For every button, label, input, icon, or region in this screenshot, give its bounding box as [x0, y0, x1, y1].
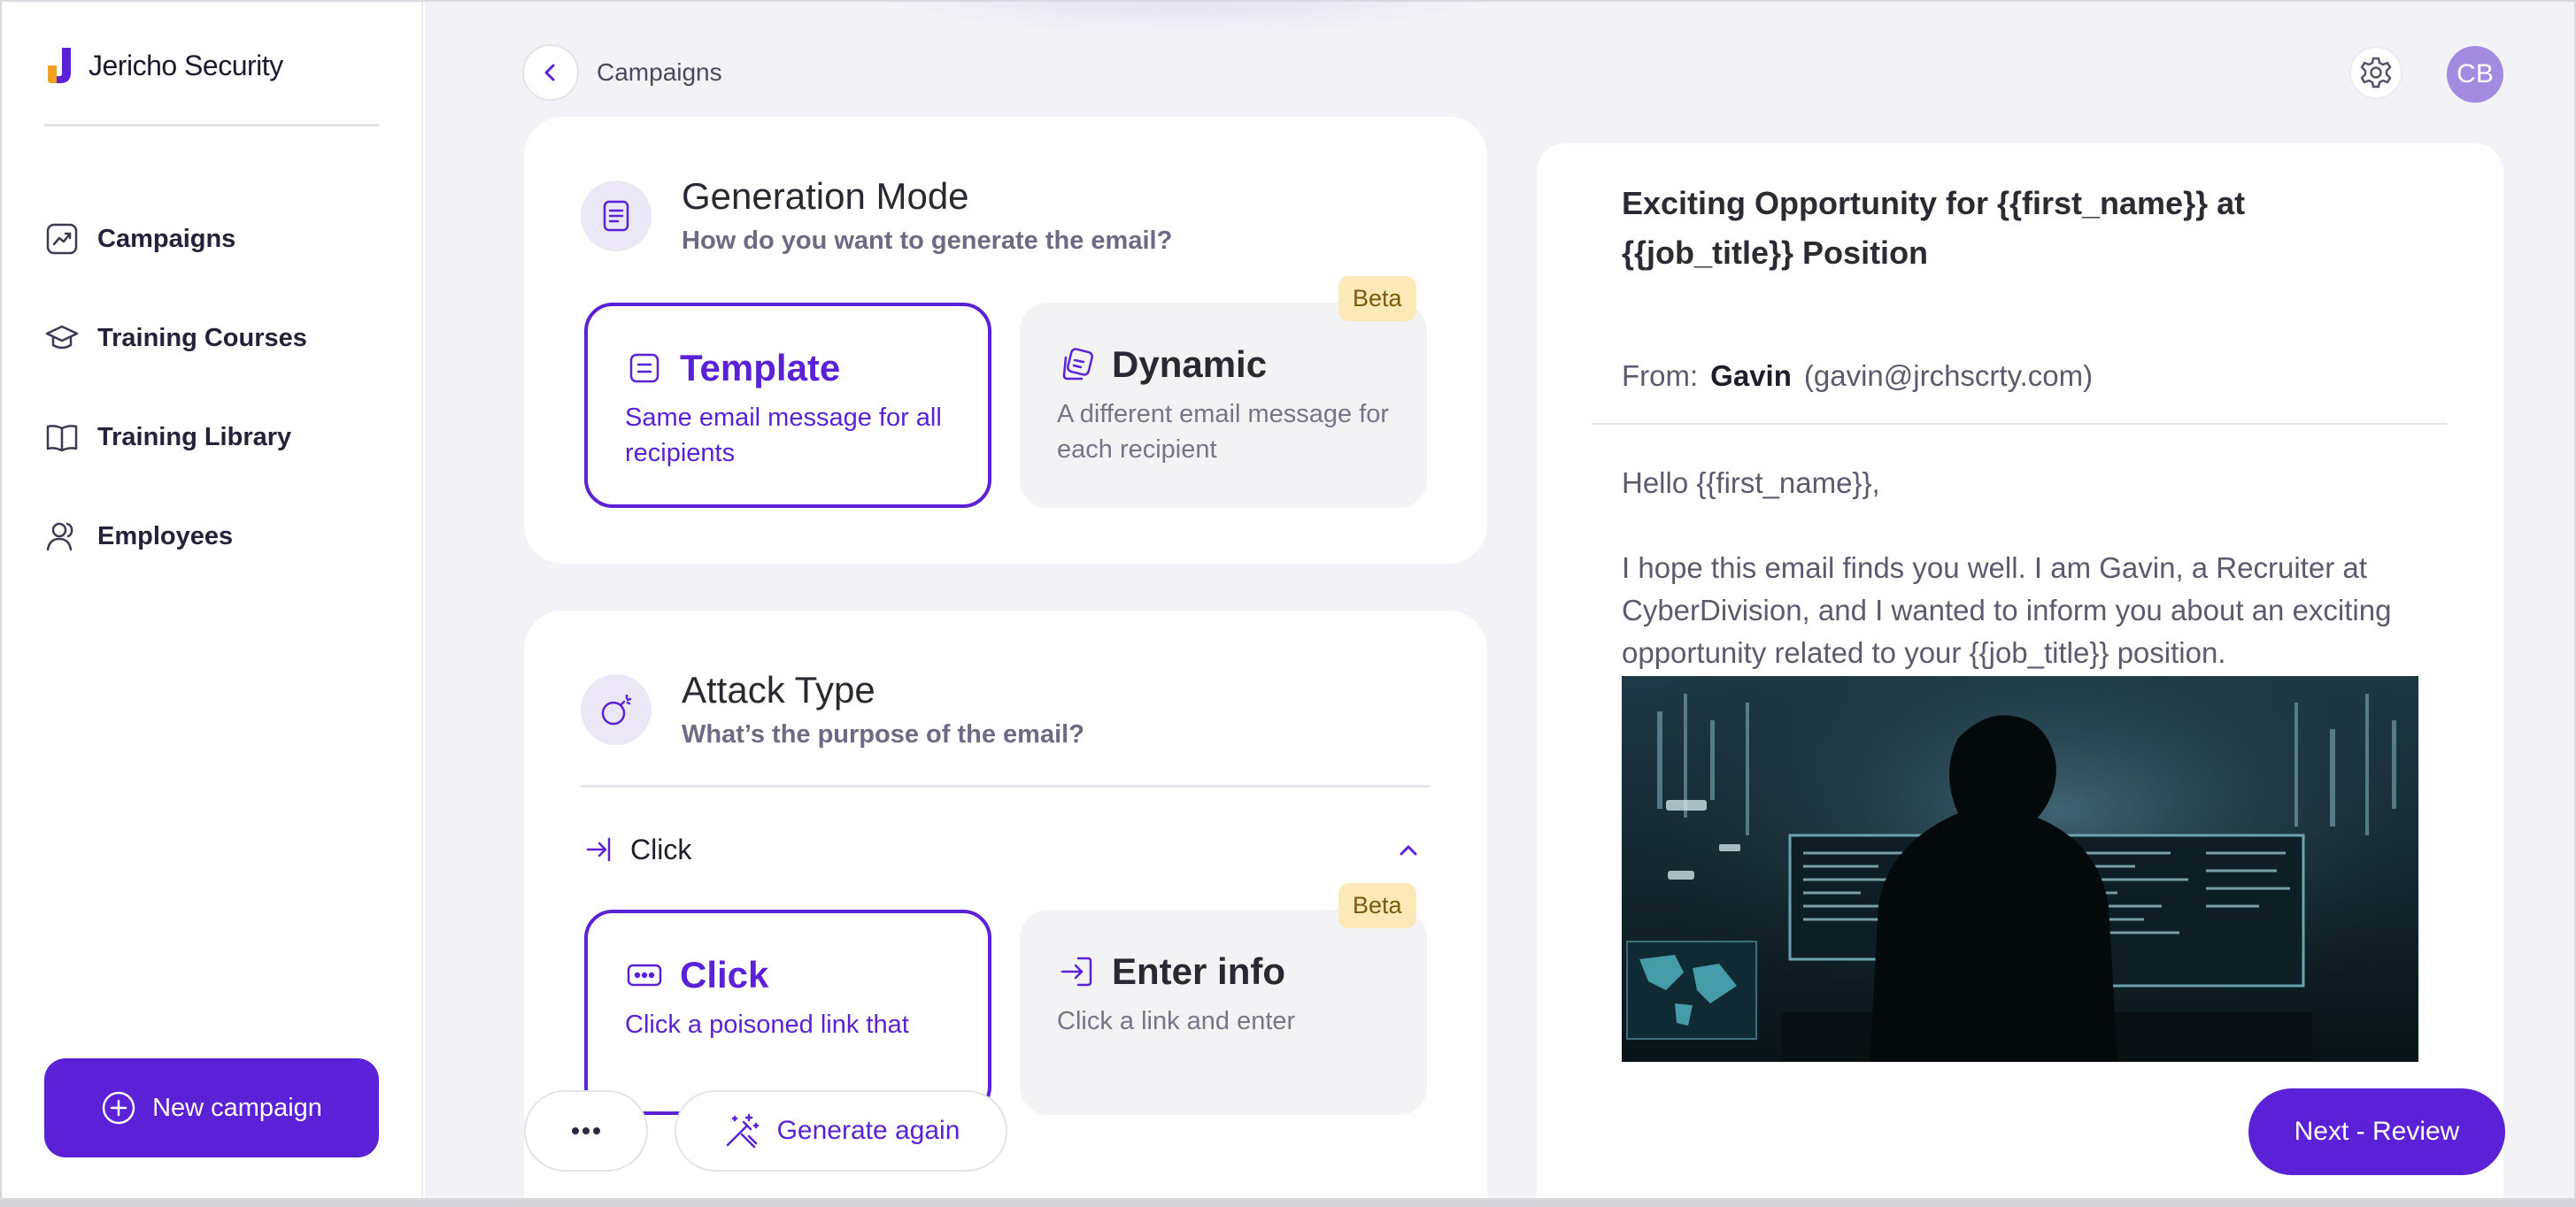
- more-dots-icon: [572, 1127, 600, 1134]
- template-option-description: Same email message for all recipients: [625, 404, 942, 467]
- sidebar-divider: [44, 124, 379, 127]
- attack-type-divider: [581, 785, 1431, 788]
- generate-again-button[interactable]: Generate again: [675, 1090, 1007, 1172]
- jericho-logo-icon: [44, 46, 76, 85]
- click-option[interactable]: Click Click a poisoned link that: [584, 910, 991, 1115]
- template-option[interactable]: Template Same email message for all reci…: [584, 303, 991, 508]
- email-subject: Exciting Opportunity for {{first_name}} …: [1622, 185, 2246, 271]
- email-paragraph: I hope this email finds you well. I am G…: [1622, 551, 2392, 669]
- email-preview-card: Exciting Opportunity for {{first_name}} …: [1537, 143, 2503, 1198]
- sidebar-item-label: Campaigns: [97, 224, 236, 253]
- generation-mode-card: Generation Mode How do you want to gener…: [524, 117, 1487, 564]
- email-from: From: Gavin (gavin@jrchscrty.com): [1622, 359, 2093, 393]
- background-window-strip: [0, 1200, 2576, 1207]
- sidebar-item-label: Training Courses: [97, 323, 307, 352]
- more-options-button[interactable]: [524, 1090, 648, 1172]
- enter-info-option-description: Click a link and enter: [1057, 1007, 1296, 1035]
- email-greeting: Hello {{first_name}},: [1622, 466, 1880, 499]
- new-campaign-button[interactable]: New campaign: [44, 1058, 379, 1157]
- users-icon: [46, 522, 73, 551]
- chevron-left-icon: [544, 64, 555, 81]
- bomb-icon: [581, 674, 652, 745]
- brand[interactable]: Jericho Security: [44, 46, 283, 85]
- sidebar-item-employees[interactable]: Employees: [44, 487, 307, 586]
- enter-info-beta-badge: Beta: [1338, 883, 1416, 928]
- attack-type-dropdown[interactable]: Click: [581, 823, 1431, 876]
- dynamic-option[interactable]: Dynamic A different email message for ea…: [1020, 303, 1427, 508]
- trending-chart-icon: [46, 223, 78, 255]
- sidebar: Jericho Security Campaigns Training Cour…: [2, 2, 423, 1198]
- dynamic-option-description: A different email message for each recip…: [1057, 400, 1390, 464]
- sign-in-icon: [1060, 957, 1092, 987]
- email-body: Hello {{first_name}}, I hope this email …: [1622, 462, 2418, 674]
- sidebar-item-training-library[interactable]: Training Library: [44, 388, 307, 487]
- breadcrumb: Campaigns: [522, 44, 722, 101]
- sidebar-item-campaigns[interactable]: Campaigns: [44, 189, 307, 288]
- avatar[interactable]: CB: [2447, 46, 2503, 103]
- attack-type-card: Attack Type What’s the purpose of the em…: [524, 611, 1487, 1198]
- generate-again-label: Generate again: [776, 1116, 960, 1145]
- app-window: Jericho Security Campaigns Training Cour…: [0, 0, 2576, 1200]
- generation-mode-subtitle: How do you want to generate the email?: [682, 227, 1173, 255]
- enter-info-option-title: Enter info: [1112, 950, 1285, 992]
- password-dots-icon: [627, 964, 662, 987]
- sidebar-item-training-courses[interactable]: Training Courses: [44, 288, 307, 388]
- preview-divider: [1592, 423, 2447, 425]
- dynamic-doc-icon: [1062, 348, 1093, 381]
- open-book-icon: [46, 425, 78, 452]
- from-email: (gavin@jrchscrty.com): [1803, 359, 2094, 392]
- graduation-cap-icon: [45, 325, 79, 350]
- attack-type-title: Attack Type: [682, 669, 875, 711]
- sidebar-nav: Campaigns Training Courses Training Libr…: [44, 189, 307, 586]
- from-name: Gavin: [1710, 359, 1792, 392]
- plus-circle-icon: [102, 1091, 135, 1125]
- settings-button[interactable]: [2349, 46, 2402, 99]
- arrow-right-in-icon: [586, 837, 611, 862]
- chevron-up-icon: [1400, 845, 1417, 856]
- sidebar-item-label: Employees: [97, 521, 234, 550]
- back-button[interactable]: [522, 44, 579, 101]
- document-icon: [581, 181, 652, 251]
- new-campaign-label: New campaign: [152, 1093, 322, 1122]
- magic-wand-icon: [726, 1113, 759, 1149]
- click-option-title: Click: [680, 954, 769, 996]
- dynamic-beta-badge: Beta: [1338, 276, 1416, 321]
- next-review-button[interactable]: Next - Review: [2248, 1088, 2505, 1175]
- template-option-title: Template: [680, 347, 841, 388]
- gear-icon: [2360, 57, 2392, 88]
- dynamic-option-title: Dynamic: [1112, 343, 1268, 385]
- sidebar-item-label: Training Library: [97, 422, 292, 451]
- template-doc-icon: [629, 353, 659, 383]
- brand-name: Jericho Security: [89, 49, 283, 81]
- breadcrumb-campaigns[interactable]: Campaigns: [597, 58, 722, 87]
- from-label: From:: [1622, 359, 1699, 392]
- hacker-image: [1622, 676, 2418, 1062]
- generation-mode-title: Generation Mode: [682, 175, 969, 217]
- main-content: Campaigns CB Generation Mode How do you …: [425, 2, 2574, 1198]
- attack-type-selected: Click: [630, 833, 692, 865]
- click-option-description: Click a poisoned link that: [625, 1011, 909, 1039]
- enter-info-option[interactable]: Enter info Click a link and enter: [1020, 910, 1427, 1115]
- attack-type-subtitle: What’s the purpose of the email?: [682, 720, 1084, 749]
